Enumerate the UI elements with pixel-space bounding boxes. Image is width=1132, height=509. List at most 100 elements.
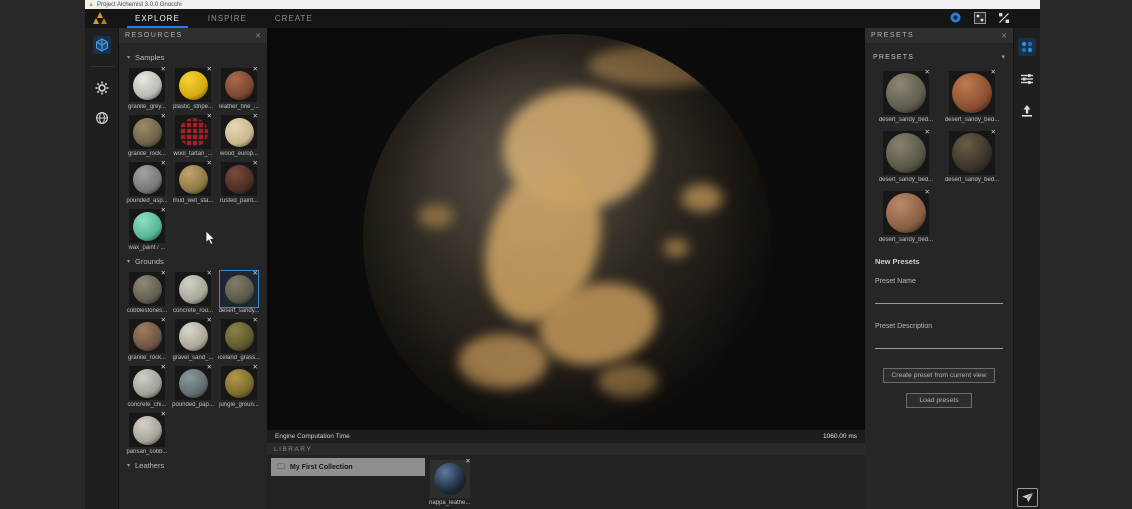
material-thumb[interactable]: ✕ desert_sandy_bed... xyxy=(873,129,939,183)
remove-material-icon[interactable]: ✕ xyxy=(925,190,930,196)
collection-my-first-collection[interactable]: 🗀 My First Collection xyxy=(271,458,425,476)
engine-statusbar: Engine Computation Time 1060.00 ms xyxy=(267,430,865,443)
material-thumb[interactable]: ✕ desert_sandy... xyxy=(216,270,262,314)
remove-material-icon[interactable]: ✕ xyxy=(925,130,930,136)
section-header[interactable]: ▾ Samples xyxy=(119,47,267,66)
settings-gear-icon[interactable] xyxy=(93,79,111,97)
material-label: desert_sandy_bed... xyxy=(945,177,999,183)
remove-material-icon[interactable]: ✕ xyxy=(207,365,212,371)
material-thumb[interactable]: ✕ parisan_cobb... xyxy=(124,411,170,455)
material-thumb[interactable]: ✕ granite_rock... xyxy=(124,113,170,157)
remove-material-icon[interactable]: ✕ xyxy=(253,318,258,324)
section-header[interactable]: ▾ Leathers xyxy=(119,455,267,474)
remove-material-icon[interactable]: ✕ xyxy=(161,271,166,277)
remove-material-icon[interactable]: ✕ xyxy=(991,130,996,136)
material-thumb[interactable]: ✕ cobblestones... xyxy=(124,270,170,314)
material-sphere-icon xyxy=(225,322,254,351)
material-sphere-icon xyxy=(179,118,208,147)
display-sliders-icon[interactable] xyxy=(1018,70,1036,88)
material-thumb[interactable]: ✕ plastic_stripe... xyxy=(170,66,216,110)
material-thumb[interactable]: ✕ desert_sandy_bed... xyxy=(873,189,939,243)
material-thumb[interactable]: ✕ granite_rock... xyxy=(124,317,170,361)
send-feedback-button[interactable] xyxy=(1017,488,1038,507)
remove-material-icon[interactable]: ✕ xyxy=(161,161,166,167)
remove-material-icon[interactable]: ✕ xyxy=(161,67,166,73)
material-thumb[interactable]: ✕ concrete_rou... xyxy=(170,270,216,314)
remove-material-icon[interactable]: ✕ xyxy=(161,208,166,214)
material-thumb[interactable]: ✕ rusted_paint... xyxy=(216,160,262,204)
material-thumb[interactable]: ✕ pounded_asp... xyxy=(124,160,170,204)
material-thumb[interactable]: ✕ wax_paint / ... xyxy=(124,207,170,251)
material-label: rusted_paint... xyxy=(220,198,258,204)
section-collapse-icon: ▾ xyxy=(127,462,130,469)
remove-material-icon[interactable]: ✕ xyxy=(991,70,996,76)
material-thumb[interactable]: ✕ leather_fine_... xyxy=(216,66,262,110)
chevron-down-icon: ▾ xyxy=(1001,53,1005,61)
remove-material-icon[interactable]: ✕ xyxy=(207,67,212,73)
material-label: desert_sandy... xyxy=(219,308,260,314)
camera-icon[interactable] xyxy=(949,11,962,24)
material-thumb[interactable]: ✕ mud_wet_sta... xyxy=(170,160,216,204)
viewport-3d[interactable] xyxy=(267,28,865,430)
material-thumb[interactable]: ✕ gravel_sand_... xyxy=(170,317,216,361)
remove-material-icon[interactable]: ✕ xyxy=(207,161,212,167)
material-sphere-icon xyxy=(225,369,254,398)
load-presets-button[interactable]: Load presets xyxy=(906,393,971,408)
remove-material-icon[interactable]: ✕ xyxy=(161,412,166,418)
remove-material-icon[interactable]: ✕ xyxy=(207,318,212,324)
remove-material-icon[interactable]: ✕ xyxy=(161,365,166,371)
material-thumb[interactable]: ✕ jungle_groun... xyxy=(216,364,262,408)
material-label: pounded_pap... xyxy=(172,402,214,408)
remove-material-icon[interactable]: ✕ xyxy=(253,114,258,120)
presets-dots-icon[interactable] xyxy=(1018,38,1036,56)
material-sphere-icon xyxy=(886,133,926,173)
preset-name-input[interactable] xyxy=(875,298,1003,304)
material-thumb[interactable]: ✕ wood_europ... xyxy=(216,113,262,157)
material-thumb[interactable]: ✕ pounded_pap... xyxy=(170,364,216,408)
desktop-background: ▲ Project Alchemist 3.0.0 Gnocchi EXPLOR… xyxy=(0,0,1132,509)
material-label: desert_sandy_bed... xyxy=(945,117,999,123)
remove-material-icon[interactable]: ✕ xyxy=(161,114,166,120)
remove-material-icon[interactable]: ✕ xyxy=(207,114,212,120)
remove-material-icon[interactable]: ✕ xyxy=(207,271,212,277)
remove-material-icon[interactable]: ✕ xyxy=(925,70,930,76)
tab-create[interactable]: CREATE xyxy=(261,9,327,28)
material-label: jungle_groun... xyxy=(219,402,259,408)
material-thumb[interactable]: ✕ wool_tartan_... xyxy=(170,113,216,157)
remove-material-icon[interactable]: ✕ xyxy=(253,67,258,73)
material-sphere-icon xyxy=(179,322,208,351)
tab-explore[interactable]: EXPLORE xyxy=(121,9,194,28)
top-navbar: EXPLORE INSPIRE CREATE xyxy=(85,9,1040,28)
environment-globe-icon[interactable] xyxy=(93,109,111,127)
resources-close-icon[interactable]: ✕ xyxy=(255,32,261,40)
presets-group-header[interactable]: PRESETS ▾ xyxy=(865,47,1013,69)
export-upload-icon[interactable] xyxy=(1018,102,1036,120)
presets-close-icon[interactable]: ✕ xyxy=(1001,32,1007,40)
section-header[interactable]: ▾ Grounds xyxy=(119,251,267,270)
presets-panel: PRESETS ✕ PRESETS ▾ ✕ desert_sandy_bed..… xyxy=(865,28,1013,509)
material-thumb[interactable]: ✕ iceland_grass... xyxy=(216,317,262,361)
resources-panel-header: RESOURCES ✕ xyxy=(119,28,267,43)
material-thumb[interactable]: ✕ desert_sandy_bed... xyxy=(873,69,939,123)
material-view-icon[interactable] xyxy=(973,11,986,24)
material-thumb[interactable]: ✕ desert_sandy_bed... xyxy=(939,129,1005,183)
material-sphere-icon xyxy=(225,275,254,304)
remove-material-icon[interactable]: ✕ xyxy=(253,161,258,167)
material-sphere-preview[interactable] xyxy=(363,34,771,430)
remove-material-icon[interactable]: ✕ xyxy=(465,459,470,465)
materials-cube-icon[interactable] xyxy=(93,36,111,54)
sphere-shading xyxy=(363,34,771,430)
section-label: Samples xyxy=(135,53,164,62)
material-thumb[interactable]: ✕ concrete_chi... xyxy=(124,364,170,408)
create-preset-button[interactable]: Create preset from current view xyxy=(883,368,994,383)
tab-inspire[interactable]: INSPIRE xyxy=(194,9,261,28)
split-compare-icon[interactable] xyxy=(997,11,1010,24)
material-thumb[interactable]: ✕ desert_sandy_bed... xyxy=(939,69,1005,123)
material-label: wool_tartan_... xyxy=(173,151,212,157)
material-thumb[interactable]: ✕ granite_grey... xyxy=(124,66,170,110)
remove-material-icon[interactable]: ✕ xyxy=(253,271,258,277)
preset-description-input[interactable] xyxy=(875,343,1003,349)
remove-material-icon[interactable]: ✕ xyxy=(253,365,258,371)
remove-material-icon[interactable]: ✕ xyxy=(161,318,166,324)
material-thumb[interactable]: ✕ nappa_leathe... xyxy=(429,458,470,506)
